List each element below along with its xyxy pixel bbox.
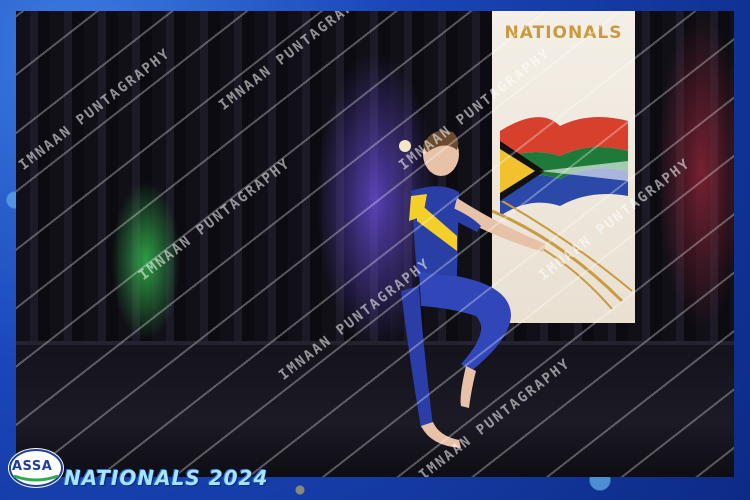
photo-frame: NATIONALS IMNAAN PUNTAGRAPHY IMNAAN PUNT… (0, 0, 750, 500)
logo-text: ASSA (12, 459, 53, 474)
event-title: NATIONALS 2024 (64, 466, 269, 490)
event-photo: NATIONALS IMNAAN PUNTAGRAPHY IMNAAN PUNT… (16, 11, 734, 477)
banner-title: NATIONALS (504, 23, 623, 43)
